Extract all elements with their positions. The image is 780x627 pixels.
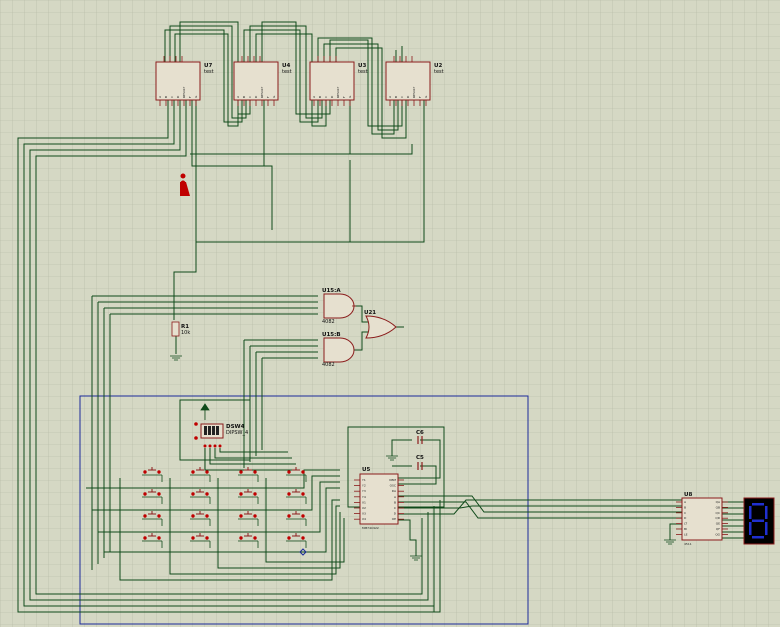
- ic-u4-value: test: [282, 69, 292, 75]
- encoder-pin-label: B: [394, 500, 396, 504]
- or-gate-u21-ref: U21: [364, 310, 376, 316]
- decoder-pin-label: QE: [716, 522, 720, 526]
- ic-pin-label: F: [266, 96, 270, 98]
- encoder-u5[interactable]: U5 MM74C922 Y1Y2Y3Y4X1X2X3X4KBMOSCDAABCD…: [354, 467, 404, 530]
- ic-pin-label: F: [418, 96, 422, 98]
- ic-u7-value: test: [204, 69, 214, 75]
- encoder-pin-label: X3: [362, 512, 366, 516]
- ic-pin-label: F: [342, 96, 346, 98]
- ic-pin-label: RESULT: [260, 87, 264, 98]
- decoder-pin-label: C: [684, 511, 686, 515]
- ic-pin-label: B: [242, 96, 246, 98]
- encoder-pin-label: OE: [392, 517, 396, 521]
- encoder-pin-label: Y3: [362, 489, 366, 493]
- decoder-value: 4511: [684, 542, 692, 546]
- decoder-pin-label: QC: [716, 511, 720, 515]
- ic-pin-label: C: [170, 96, 174, 98]
- encoder-pin-label: KBM: [389, 478, 396, 482]
- ic-pin-label: B: [394, 96, 398, 98]
- capacitor-c6-ref: C6: [416, 430, 424, 436]
- seven-segment-display[interactable]: [743, 497, 775, 545]
- decoder-pin-label: LT: [684, 522, 687, 526]
- encoder-ref: U5: [362, 467, 370, 473]
- ic-u2-value: test: [434, 69, 444, 75]
- ic-pin-label: F: [188, 96, 192, 98]
- ic-pin-label: RESULT: [412, 87, 416, 98]
- encoder-value: MM74C922: [362, 526, 379, 530]
- encoder-pin-label: X2: [362, 506, 366, 510]
- encoder-pin-label: OSC: [390, 484, 396, 488]
- and-gate-u15b-ref: U15:B: [322, 332, 341, 338]
- capacitor-c5-ref: C5: [416, 455, 424, 461]
- encoder-pin-label: X1: [362, 500, 366, 504]
- and-gate-u15b-value: 4082: [322, 362, 335, 368]
- decoder-pin-label: QB: [716, 505, 720, 509]
- decoder-pin-label: LE: [684, 532, 688, 536]
- ic-pin-label: C: [400, 96, 404, 98]
- decoder-pin-label: B: [684, 505, 686, 509]
- resistor-r1-value: 10k: [181, 330, 190, 336]
- ic-u3-value: test: [358, 69, 368, 75]
- decoder-u8[interactable]: U8 4511 ABCDLTBILEQAQBQCQDQEQFQG: [676, 492, 728, 546]
- ic-pin-label: RESULT: [336, 87, 340, 98]
- ic-pin-label: RESULT: [182, 87, 186, 98]
- decoder-pin-label: BI: [684, 527, 687, 531]
- encoder-pin-label: Y4: [362, 495, 366, 499]
- encoder-pin-label: Y2: [362, 484, 366, 488]
- ic-pin-label: C: [324, 96, 328, 98]
- and-gate-u15a-ref: U15:A: [322, 288, 341, 294]
- decoder-pin-label: QD: [715, 516, 720, 520]
- dipswitch-value: DIPSW_4: [226, 430, 248, 436]
- decoder-pin-label: QF: [716, 527, 720, 531]
- encoder-pin-label: X4: [362, 517, 366, 521]
- and-gate-u15a-value: 4082: [322, 319, 335, 325]
- decoder-pin-label: QG: [715, 532, 720, 536]
- encoder-pin-label: C: [394, 506, 396, 510]
- ic-pin-label: B: [318, 96, 322, 98]
- ic-pin-label: B: [164, 96, 168, 98]
- encoder-pin-label: Y1: [362, 478, 366, 482]
- decoder-ref: U8: [684, 492, 692, 498]
- schematic-canvas[interactable]: U7 test U4 test U3 test U2 test A B C D RESU…: [0, 0, 780, 627]
- ic-pin-label: C: [248, 96, 252, 98]
